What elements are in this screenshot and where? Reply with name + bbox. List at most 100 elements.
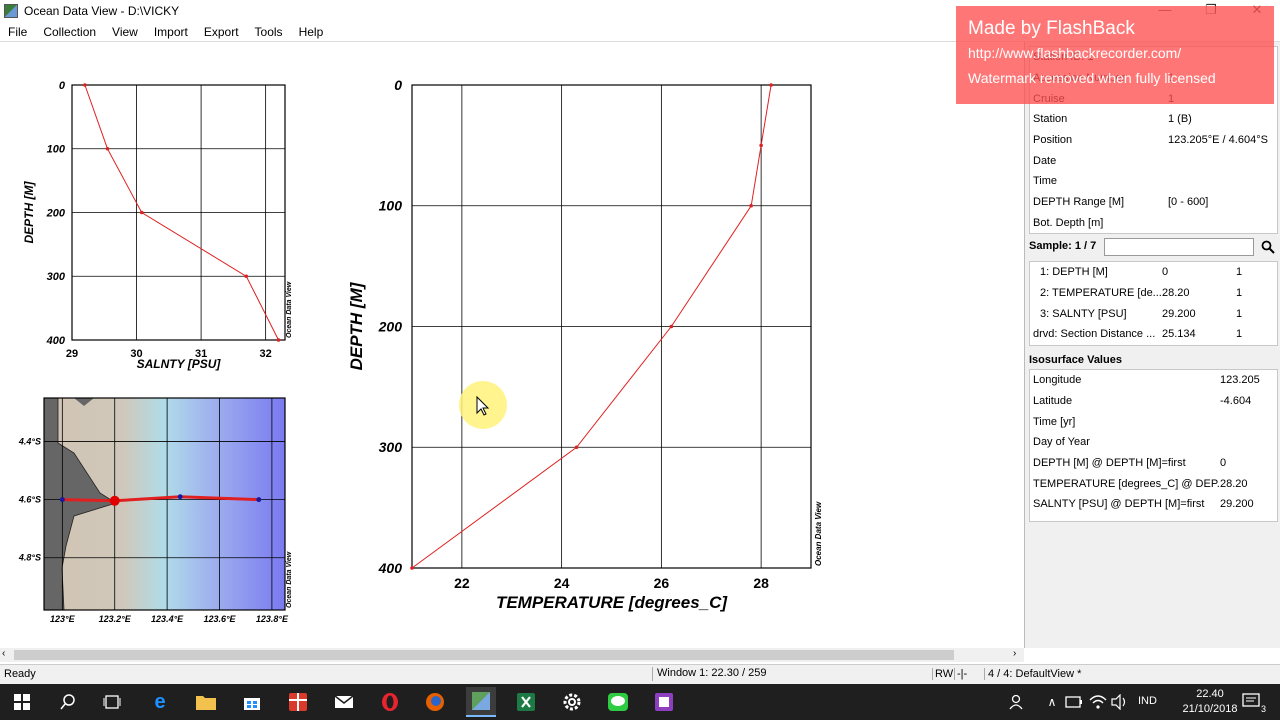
notification-count: 3 [1260,704,1266,714]
teams-app-icon[interactable] [652,690,676,714]
table-row[interactable]: SALNTY [PSU] @ DEPTH [M]=first 29.200 [1030,494,1277,515]
sample-search-input[interactable] [1104,238,1254,256]
station-info-row: Date [1033,154,1057,167]
y-tick-label: 200 [378,318,403,334]
table-row[interactable]: 1: DEPTH [M] 0 1 [1030,262,1277,283]
opera-browser-icon[interactable] [378,690,402,714]
data-point [749,203,753,208]
table-row[interactable]: TEMPERATURE [degrees_C] @ DEP... 28.20 [1030,473,1277,494]
table-row[interactable]: DEPTH [M] @ DEPTH [M]=first 0 [1030,453,1277,474]
scrollbar-thumb[interactable] [14,650,954,660]
map-y-tick: 4.6°S [18,495,41,505]
table-row[interactable]: Latitude -4.604 [1030,391,1277,412]
odv-app-icon [4,4,18,18]
map-y-tick: 4.4°S [18,437,41,447]
table-row[interactable]: 2: TEMPERATURE [de... 28.20 1 [1030,283,1277,304]
menu-file[interactable]: File [0,25,35,39]
map-x-tick: 123.4°E [151,614,184,624]
station-info-row: Time [1033,175,1058,188]
people-icon[interactable] [1006,690,1030,714]
wifi-icon[interactable] [1086,690,1110,714]
odv-taskbar-icon[interactable] [466,687,496,717]
recorder-watermark: Made by FlashBack http://www.flashbackre… [956,6,1274,104]
menu-import[interactable]: Import [146,25,196,39]
excel-icon[interactable] [514,690,538,714]
station-map[interactable]: 123°E 123.2°E 123.4°E 123.6°E 123.8°E 4.4°S 4.… [18,397,293,624]
search-icon[interactable] [1258,237,1278,257]
isosurface-label: Isosurface Values [1029,354,1122,366]
table-row[interactable]: Longitude 123.205 [1030,370,1277,391]
edge-browser-icon[interactable]: e [148,690,172,714]
clock-time[interactable]: 22.40 [1184,688,1236,700]
menu-collection[interactable]: Collection [35,25,104,39]
sample-label: Sample: 1 / 7 [1029,240,1097,252]
data-point [759,143,763,148]
horizontal-scrollbar[interactable]: ‹ › [0,648,1024,662]
map-x-tick: 123°E [50,614,76,624]
gift-app-icon[interactable] [286,690,310,714]
x-tick-label: 26 [654,575,670,591]
mail-icon[interactable] [332,690,356,714]
map-x-tick: 123.6°E [203,614,236,624]
data-point [276,338,281,342]
x-axis-label: TEMPERATURE [degrees_C] [496,593,728,612]
status-bar: Ready Window 1: 22.30 / 259 RW -|- 4 / 4… [0,664,1280,684]
table-row[interactable]: 3: SALNTY [PSU] 29.200 1 [1030,303,1277,324]
scroll-right-icon[interactable]: › [1013,648,1016,659]
task-view-icon[interactable] [100,690,124,714]
language-indicator[interactable]: IND [1138,695,1157,707]
search-icon[interactable] [56,690,80,714]
plot-watermark: Ocean Data View [814,501,823,566]
taskbar: e ∧ IND 22.40 21/10/2018 3 [0,684,1280,720]
status-window: Window 1: 22.30 / 259 [652,667,930,681]
data-point [410,566,414,570]
sample-table: 1: DEPTH [M] 0 1 2: TEMPERATURE [de... 28.2… [1029,261,1278,346]
map-y-tick: 4.8°S [18,553,41,563]
store-icon[interactable] [240,690,264,714]
tray-chevron-up-icon[interactable]: ∧ [1040,690,1064,714]
battery-icon[interactable] [1062,690,1086,714]
clock-date[interactable]: 21/10/2018 [1172,703,1248,715]
notification-center-icon[interactable]: 3 [1240,690,1266,714]
volume-icon[interactable] [1108,690,1132,714]
plot-canvas[interactable]: 29 30 31 32 0 100 200 300 400 SALNTY [PSU] DEPTH [… [0,42,1024,648]
data-point [244,274,249,279]
settings-gear-icon[interactable] [560,690,584,714]
y-tick-label: 300 [47,271,66,283]
line-messenger-icon[interactable] [606,690,630,714]
y-tick-label: 400 [46,335,66,347]
station-info-row: Bot. Depth [m] [1033,216,1104,229]
windows-start-icon[interactable] [10,690,34,714]
table-row[interactable]: Day of Year [1030,432,1277,453]
menu-help[interactable]: Help [291,25,332,39]
isosurface-table: Longitude 123.205 Latitude -4.604 Time [yr… [1029,369,1278,522]
menu-view[interactable]: View [104,25,146,39]
x-tick-label: 24 [554,575,570,591]
mouse-cursor [459,381,507,429]
y-tick-label: 0 [59,80,66,92]
table-row[interactable]: Time [yr] [1030,411,1277,432]
scroll-left-icon[interactable]: ‹ [2,648,5,659]
app-window: Ocean Data View - D:\VICKY — ❐ ✕ File Co… [0,0,1280,720]
y-tick-label: 100 [379,198,403,214]
status-view: 4 / 4: DefaultView * [984,668,1081,680]
data-point [574,445,579,450]
x-tick-label: 29 [66,348,78,360]
firefox-browser-icon[interactable] [423,690,447,714]
menu-tools[interactable]: Tools [247,25,291,39]
status-mode: -|- [954,668,967,680]
salinity-plot[interactable]: 29 30 31 320100200300400SALNTY [PSU]DEPTH [… [22,80,293,371]
map-x-tick: 123.8°E [256,614,289,624]
temperature-plot[interactable]: 22 24 26 28 0 100 200 300 400 TEMPERATURE [degree… [347,77,823,612]
station-marker [256,497,262,503]
y-tick-label: 0 [394,77,402,93]
y-tick-label: 400 [378,560,403,576]
plot-watermark: Ocean Data View [286,281,293,338]
table-row[interactable]: drvd: Section Distance ... 25.134 1 [1030,324,1277,345]
plots-svg: 29 30 31 320100200300400SALNTY [PSU]DEPTH [… [18,77,823,624]
y-tick-label: 300 [379,439,403,455]
data-point [769,83,773,87]
menu-export[interactable]: Export [196,25,247,39]
map-watermark: Ocean Data View [286,551,293,608]
file-explorer-icon[interactable] [194,690,218,714]
